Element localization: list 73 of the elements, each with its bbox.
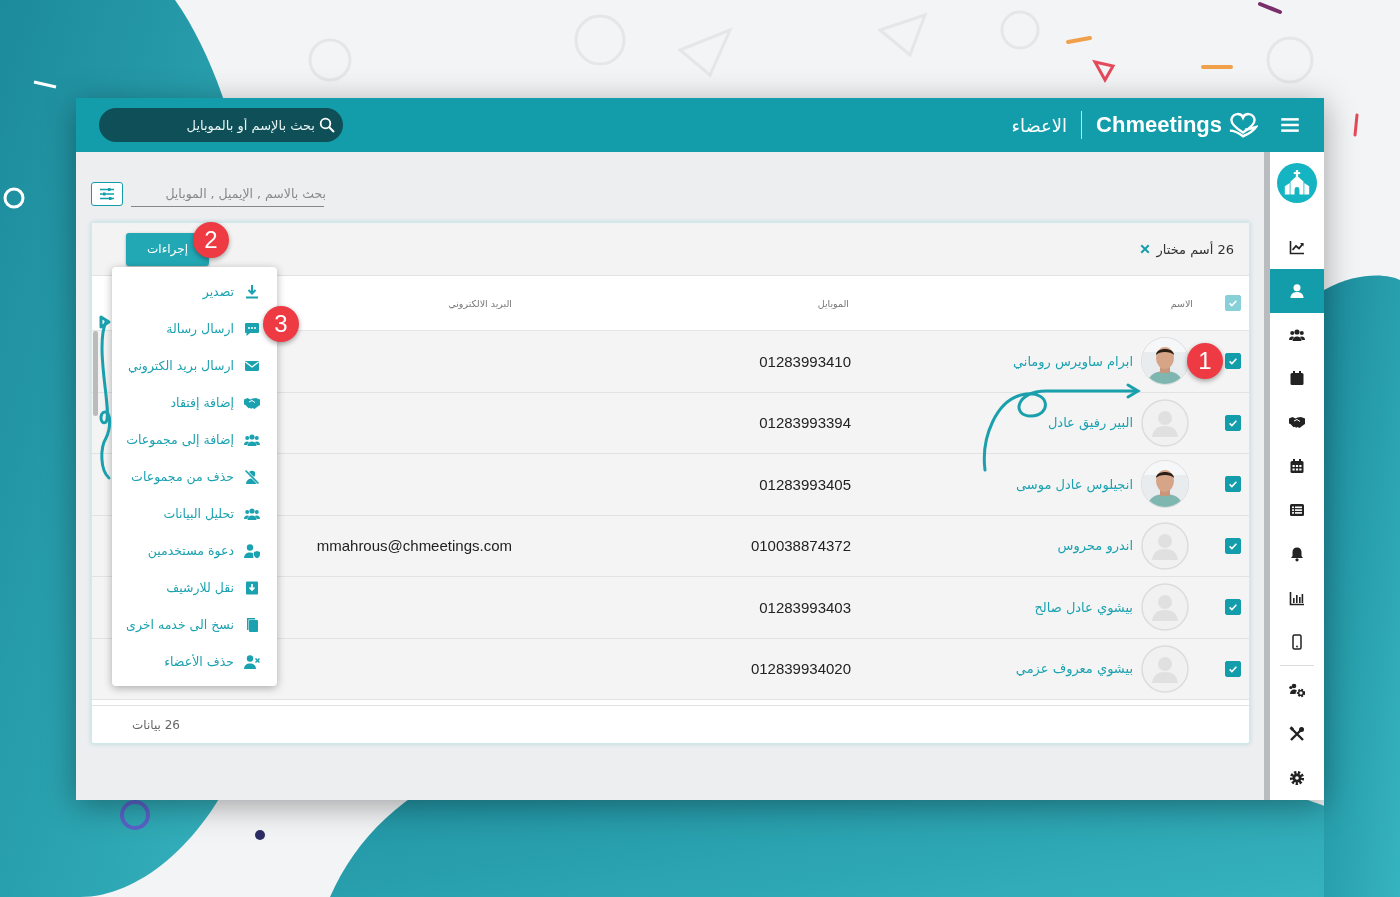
- menu-item[interactable]: دعوة مستخدمين: [112, 532, 263, 569]
- member-name[interactable]: اندرو محروس: [1057, 538, 1133, 554]
- search-icon: [319, 117, 335, 133]
- person-silhouette-icon: [1141, 583, 1189, 632]
- close-icon: [1138, 243, 1151, 255]
- checkbox[interactable]: [1225, 537, 1241, 554]
- member-name[interactable]: بيشوي عادل صالح: [1034, 599, 1133, 615]
- settings-icon: [1289, 770, 1305, 787]
- tools-icon: [1289, 726, 1305, 743]
- checkbox[interactable]: [1225, 295, 1241, 311]
- person-shield-icon: [244, 542, 260, 559]
- checkbox[interactable]: [1225, 353, 1241, 370]
- sliders-icon: [99, 186, 115, 202]
- chart-icon: [1289, 238, 1305, 255]
- people-icon: [244, 431, 260, 448]
- menu-item[interactable]: حذف الأعضاء: [112, 643, 263, 680]
- mobile-number: 01283993405: [759, 475, 851, 493]
- chat-icon: [244, 320, 260, 337]
- record-count: 26 بيانات: [132, 717, 180, 732]
- handshake-icon: [1289, 414, 1305, 431]
- selection-count: 26 أسم مختار: [1156, 241, 1234, 257]
- brand-name: Chmeetings: [1096, 112, 1222, 138]
- checkbox[interactable]: [1225, 476, 1241, 493]
- member-name[interactable]: ابرام ساويرس روماني: [1012, 353, 1133, 369]
- member-name[interactable]: انجيلوس عادل موسى: [1015, 476, 1133, 492]
- filter-button[interactable]: [91, 182, 123, 206]
- copy-icon: [244, 616, 260, 633]
- bell-icon: [1289, 545, 1305, 562]
- mobile-number: 01283993410: [759, 352, 851, 370]
- menu-button[interactable]: [1280, 115, 1300, 135]
- person-silhouette-icon: [1141, 521, 1189, 570]
- menu-item[interactable]: نقل للارشيف: [112, 569, 263, 606]
- mobile-number: 010038874372: [750, 537, 851, 555]
- archive-icon: [244, 579, 260, 596]
- menu-item[interactable]: حذف من مجموعات: [112, 458, 263, 495]
- heart-hand-icon: [1228, 110, 1258, 140]
- person-remove-icon: [244, 653, 260, 670]
- bar-chart-icon: [1289, 589, 1305, 606]
- column-header[interactable]: الموبايل: [817, 297, 849, 309]
- phone-icon: [1289, 633, 1305, 650]
- scrollbar[interactable]: [93, 331, 98, 416]
- menu-item[interactable]: إضافة إفتقاد: [112, 384, 263, 421]
- column-header[interactable]: البريد الالكتروني: [448, 297, 512, 309]
- member-name[interactable]: بيشوي معروف عزمي: [1015, 661, 1133, 677]
- people-icon: [1289, 326, 1305, 343]
- page-title: الاعضاء: [1011, 114, 1068, 136]
- menu-icon: [1280, 115, 1300, 135]
- mobile-number: 01283993394: [759, 414, 851, 432]
- menu-item[interactable]: ارسال رسالة: [112, 310, 263, 347]
- column-header[interactable]: الاسم: [1170, 297, 1193, 309]
- member-name[interactable]: البير رفيق عادل: [1047, 415, 1133, 431]
- people-gear-icon: [1289, 682, 1305, 699]
- checkbox[interactable]: [1225, 660, 1241, 677]
- menu-item[interactable]: ارسال بريد الكتروني: [112, 347, 263, 384]
- checkbox[interactable]: [1225, 599, 1241, 616]
- list-icon: [1289, 501, 1305, 518]
- checkbox[interactable]: [1225, 414, 1241, 431]
- download-icon: [244, 283, 260, 300]
- person-icon: [1289, 282, 1305, 299]
- menu-item[interactable]: تحليل البيانات: [112, 495, 263, 532]
- mobile-number: 012839934020: [750, 660, 851, 678]
- menu-item[interactable]: نسخ الى خدمه اخرى: [112, 606, 263, 643]
- person-silhouette-icon: [1141, 398, 1189, 447]
- email-address: mmahrous@chmeetings.com: [316, 537, 512, 555]
- mobile-number: 01283993403: [759, 598, 851, 616]
- person-slash-icon: [244, 468, 260, 485]
- search-field[interactable]: بحث بالاسم , الإيميل , الموبايل: [131, 181, 324, 207]
- person-silhouette-icon: [1141, 644, 1189, 693]
- calendar-icon: [1289, 370, 1305, 387]
- menu-item[interactable]: إضافة إلى مجموعات: [112, 421, 263, 458]
- clear-selection-button[interactable]: [1138, 243, 1151, 255]
- calendar-icon: [1289, 458, 1305, 475]
- menu-item[interactable]: تصدير: [112, 273, 263, 310]
